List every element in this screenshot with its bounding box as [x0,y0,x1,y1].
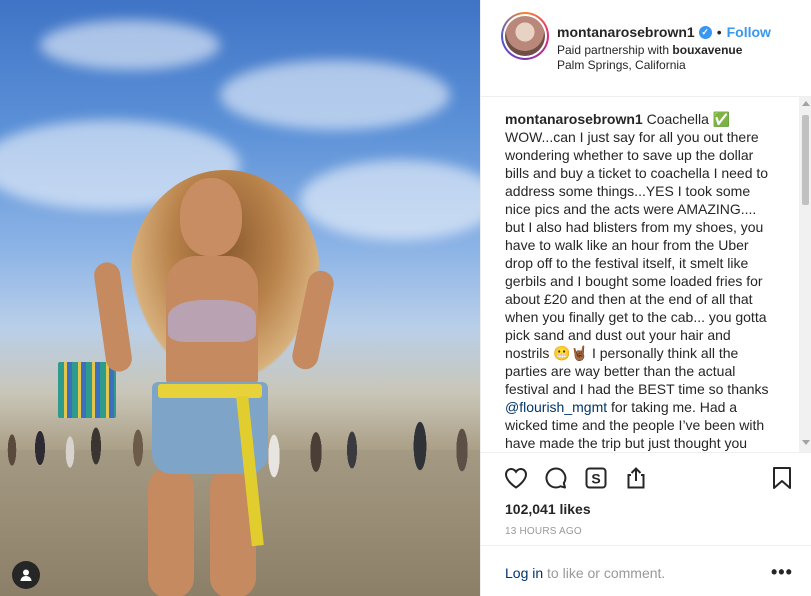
post-sidebar: montanarosebrown1 ✓ • Follow Paid partne… [480,0,811,596]
more-options-icon[interactable]: ••• [771,562,793,583]
bookmark-icon[interactable] [769,465,795,491]
post-photo[interactable] [0,0,480,596]
partnership-line: Paid partnership with bouxavenue [557,43,742,57]
share-icon[interactable] [623,465,649,491]
scroll-down-arrow[interactable] [802,440,810,445]
header-user-line: montanarosebrown1 ✓ • Follow [557,24,771,40]
follow-button[interactable]: Follow [727,24,771,40]
caption-scroll-area[interactable]: montanarosebrown1 Coachella ✅ WOW...can … [505,110,775,453]
post-header: montanarosebrown1 ✓ • Follow Paid partne… [481,0,811,97]
login-link[interactable]: Log in [505,565,543,581]
likes-count[interactable]: 102,041 likes [505,501,591,517]
location-link[interactable]: Palm Springs, California [557,58,686,72]
username-link[interactable]: montanarosebrown1 [557,24,695,40]
comment-icon[interactable] [543,465,569,491]
photo-cloud [300,160,480,240]
separator-dot: • [716,24,722,40]
person-top [168,300,256,342]
partnership-prefix: Paid partnership with [557,43,670,57]
user-tag-icon[interactable] [12,561,40,589]
photo-cloud [220,60,450,130]
heart-icon[interactable] [503,465,529,491]
scroll-up-arrow[interactable] [802,101,810,106]
partner-link[interactable]: bouxavenue [672,43,742,57]
login-suffix: to like or comment. [543,565,666,581]
svg-text:S: S [591,471,600,487]
verified-icon: ✓ [698,25,712,39]
caption: montanarosebrown1 Coachella ✅ WOW...can … [505,110,775,453]
person-face [180,178,242,256]
avatar[interactable] [501,12,549,60]
photo-cloud [40,20,220,70]
caption-text: Coachella ✅ WOW...can I just say for all… [505,111,769,397]
login-row: Log in to like or comment. ••• [481,545,811,596]
scroll-thumb[interactable] [802,115,809,205]
action-bar: S 102,041 likes 13 HOURS AGO Log in to l… [481,452,811,596]
person-arm [92,260,134,374]
login-prompt: Log in to like or comment. [505,565,665,581]
post-timestamp[interactable]: 13 HOURS AGO [505,526,582,537]
shopping-bag-icon[interactable]: S [583,465,609,491]
caption-username[interactable]: montanarosebrown1 [505,111,643,127]
caption-scrollbar[interactable] [799,97,811,452]
caption-mention[interactable]: @flourish_mgmt [505,399,607,415]
person-leg [148,468,194,596]
